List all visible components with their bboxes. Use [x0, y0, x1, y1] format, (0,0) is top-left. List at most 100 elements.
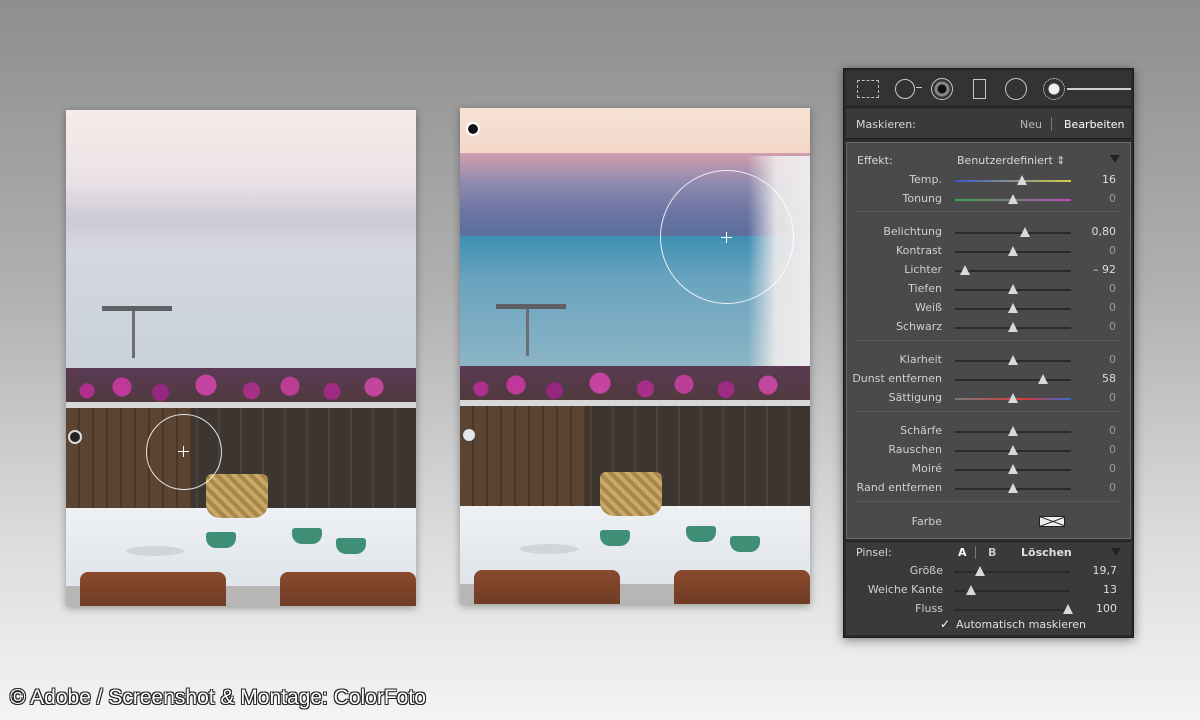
slider-value[interactable]: 0: [1109, 192, 1116, 205]
brush-cursor-cross: [721, 232, 732, 243]
slider-value[interactable]: 0: [1109, 353, 1116, 366]
slider-sättigung[interactable]: Sättigung 0: [847, 389, 1130, 408]
slider-rand-entfernen[interactable]: Rand entfernen 0: [847, 479, 1130, 498]
effect-preset-select[interactable]: Benutzerdefiniert ⇕: [957, 154, 1065, 167]
slider-thumb[interactable]: [974, 566, 985, 576]
automask-checkbox[interactable]: ✓ Automatisch maskieren: [940, 618, 1086, 631]
slider-dunst-entfernen[interactable]: Dunst entfernen 58: [847, 370, 1130, 389]
slider-value[interactable]: 58: [1102, 372, 1116, 385]
mask-edit-button[interactable]: Bearbeiten: [1064, 118, 1124, 131]
slider-value[interactable]: 19,7: [1093, 564, 1118, 577]
slider-track[interactable]: [955, 322, 1071, 332]
collapse-triangle-icon[interactable]: [1110, 155, 1120, 163]
graduated-filter-icon[interactable]: [968, 77, 991, 101]
brush-slider-fluss[interactable]: Fluss 100: [846, 600, 1131, 619]
slider-value[interactable]: 0: [1109, 244, 1116, 257]
slider-value[interactable]: 13: [1103, 583, 1117, 596]
slider-klarheit[interactable]: Klarheit 0: [847, 351, 1130, 370]
slider-track[interactable]: [954, 566, 1070, 576]
slider-tiefen[interactable]: Tiefen 0: [847, 280, 1130, 299]
slider-thumb[interactable]: [1008, 284, 1018, 294]
slider-track[interactable]: [955, 374, 1071, 384]
slider-value[interactable]: 100: [1096, 602, 1117, 615]
radial-filter-icon[interactable]: [1005, 77, 1028, 101]
slider-rauschen[interactable]: Rauschen 0: [847, 441, 1130, 460]
slider-track[interactable]: [955, 483, 1071, 493]
red-eye-icon[interactable]: [930, 77, 953, 101]
slider-tonung[interactable]: Tonung 0: [847, 190, 1130, 209]
crop-overlay-icon[interactable]: [856, 77, 879, 101]
mask-new-button[interactable]: Neu: [1020, 118, 1042, 131]
tool-strip-slider[interactable]: [1067, 87, 1132, 90]
slider-thumb[interactable]: [1008, 246, 1018, 256]
slider-thumb[interactable]: [1008, 194, 1018, 204]
mask-pin[interactable]: [462, 428, 476, 442]
brush-slider-größe[interactable]: Größe 19,7: [846, 562, 1131, 581]
slider-thumb[interactable]: [1062, 604, 1073, 614]
slider-belichtung[interactable]: Belichtung 0,80: [847, 223, 1130, 242]
slider-thumb[interactable]: [1008, 355, 1018, 365]
slider-value[interactable]: – 92: [1093, 263, 1116, 276]
group-divider: [855, 340, 1122, 341]
slider-track[interactable]: [955, 284, 1071, 294]
brush-slider-weiche-kante[interactable]: Weiche Kante 13: [846, 581, 1131, 600]
spot-removal-icon[interactable]: [893, 77, 923, 101]
slider-track[interactable]: [955, 426, 1071, 436]
adjustment-brush-icon[interactable]: [1042, 77, 1065, 101]
slider-value[interactable]: 0: [1109, 301, 1116, 314]
slider-thumb[interactable]: [960, 265, 971, 275]
slider-track[interactable]: [955, 393, 1071, 403]
slider-thumb[interactable]: [1008, 426, 1018, 436]
slider-thumb[interactable]: [1019, 227, 1030, 237]
slider-value[interactable]: 0: [1109, 282, 1116, 295]
photo-before[interactable]: [66, 110, 416, 606]
slider-kontrast[interactable]: Kontrast 0: [847, 242, 1130, 261]
color-swatch[interactable]: [1039, 516, 1065, 527]
slider-value[interactable]: 0: [1109, 462, 1116, 475]
slider-schärfe[interactable]: Schärfe 0: [847, 422, 1130, 441]
slider-value[interactable]: 16: [1102, 173, 1116, 186]
slider-thumb[interactable]: [966, 585, 977, 595]
mask-pin-active[interactable]: [466, 122, 480, 136]
cup: [292, 528, 322, 544]
slider-lichter[interactable]: Lichter – 92: [847, 261, 1130, 280]
slider-value[interactable]: 0: [1109, 424, 1116, 437]
slider-track[interactable]: [954, 604, 1073, 614]
slider-value[interactable]: 0: [1109, 443, 1116, 456]
street-lamp: [496, 304, 566, 309]
slider-track[interactable]: [955, 246, 1071, 256]
slider-track[interactable]: [955, 445, 1071, 455]
slider-thumb[interactable]: [1008, 464, 1018, 474]
slider-track[interactable]: [955, 303, 1071, 313]
photo-clouds: [66, 180, 416, 250]
slider-moir-[interactable]: Moiré 0: [847, 460, 1130, 479]
mask-pin[interactable]: [68, 430, 82, 444]
slider-thumb[interactable]: [1038, 374, 1049, 384]
slider-schwarz[interactable]: Schwarz 0: [847, 318, 1130, 337]
slider-weiß[interactable]: Weiß 0: [847, 299, 1130, 318]
slider-track[interactable]: [955, 265, 1071, 275]
slider-value[interactable]: 0: [1109, 391, 1116, 404]
slider-thumb[interactable]: [1008, 303, 1018, 313]
slider-temp-[interactable]: Temp. 16: [847, 171, 1130, 190]
slider-thumb[interactable]: [1008, 322, 1018, 332]
slider-thumb[interactable]: [1008, 393, 1018, 403]
slider-track[interactable]: [955, 175, 1071, 185]
slider-track[interactable]: [955, 464, 1071, 474]
brush-b-button[interactable]: B: [988, 546, 996, 559]
slider-value[interactable]: 0,80: [1092, 225, 1117, 238]
slider-thumb[interactable]: [1017, 175, 1028, 185]
slider-track[interactable]: [955, 355, 1071, 365]
slider-thumb[interactable]: [1008, 483, 1018, 493]
brush-clear-button[interactable]: Löschen: [1021, 546, 1072, 559]
brush-a-button[interactable]: A: [958, 546, 967, 559]
slider-value[interactable]: 0: [1109, 481, 1116, 494]
slider-track[interactable]: [955, 227, 1071, 237]
slider-track[interactable]: [955, 194, 1071, 204]
slider-track[interactable]: [954, 585, 1070, 595]
slider-thumb[interactable]: [1008, 445, 1018, 455]
photo-after[interactable]: [460, 108, 810, 604]
slider-value[interactable]: 0: [1109, 320, 1116, 333]
collapse-triangle-icon[interactable]: [1111, 548, 1121, 556]
chair: [474, 570, 620, 604]
